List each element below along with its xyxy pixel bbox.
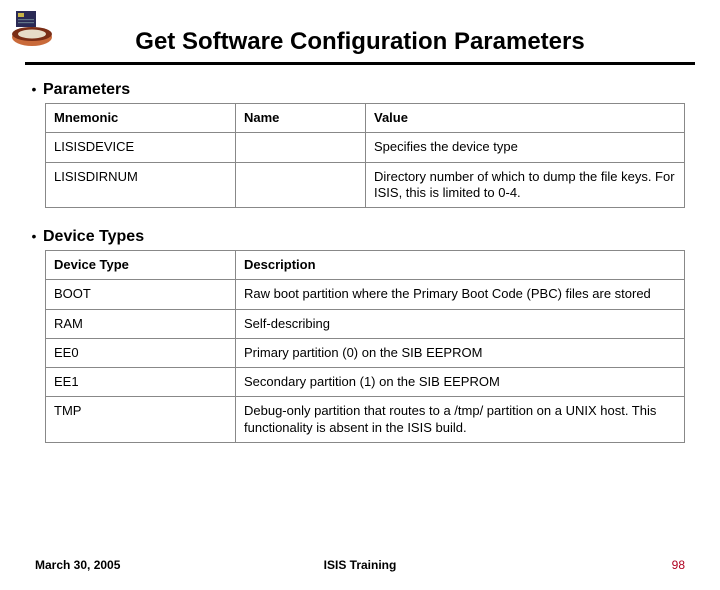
table-header-row: Mnemonic Name Value: [46, 104, 685, 133]
mission-logo: [10, 10, 60, 50]
cell: LISISDIRNUM: [46, 162, 236, 208]
table-row: EE1 Secondary partition (1) on the SIB E…: [46, 368, 685, 397]
cell: Secondary partition (1) on the SIB EEPRO…: [236, 368, 685, 397]
cell: BOOT: [46, 280, 236, 309]
cell: Self-describing: [236, 309, 685, 338]
footer-date: March 30, 2005: [35, 558, 252, 572]
slide-footer: March 30, 2005 ISIS Training 98: [0, 558, 720, 572]
col-header: Description: [236, 251, 685, 280]
cell: Debug-only partition that routes to a /t…: [236, 397, 685, 443]
section-heading-device-types: • Device Types: [25, 228, 695, 246]
cell: EE0: [46, 338, 236, 367]
section-heading-label: Parameters: [43, 81, 130, 99]
table-header-row: Device Type Description: [46, 251, 685, 280]
section-heading-parameters: • Parameters: [25, 81, 695, 99]
cell: Raw boot partition where the Primary Boo…: [236, 280, 685, 309]
table-row: EE0 Primary partition (0) on the SIB EEP…: [46, 338, 685, 367]
table-row: RAM Self-describing: [46, 309, 685, 338]
table-row: LISISDEVICE Specifies the device type: [46, 133, 685, 162]
col-header: Mnemonic: [46, 104, 236, 133]
col-header: Device Type: [46, 251, 236, 280]
slide-title: Get Software Configuration Parameters: [135, 28, 584, 60]
footer-center: ISIS Training: [252, 558, 469, 572]
cell: TMP: [46, 397, 236, 443]
cell: Directory number of which to dump the fi…: [366, 162, 685, 208]
parameters-table: Mnemonic Name Value LISISDEVICE Specifie…: [45, 103, 685, 208]
cell: EE1: [46, 368, 236, 397]
cell: [236, 162, 366, 208]
cell: LISISDEVICE: [46, 133, 236, 162]
footer-page: 98: [468, 558, 685, 572]
cell: Specifies the device type: [366, 133, 685, 162]
table-row: TMP Debug-only partition that routes to …: [46, 397, 685, 443]
cell: Primary partition (0) on the SIB EEPROM: [236, 338, 685, 367]
table-row: BOOT Raw boot partition where the Primar…: [46, 280, 685, 309]
col-header: Value: [366, 104, 685, 133]
section-heading-label: Device Types: [43, 228, 144, 246]
cell: [236, 133, 366, 162]
col-header: Name: [236, 104, 366, 133]
table-row: LISISDIRNUM Directory number of which to…: [46, 162, 685, 208]
bullet-icon: •: [25, 81, 43, 97]
device-types-table: Device Type Description BOOT Raw boot pa…: [45, 250, 685, 443]
bullet-icon: •: [25, 228, 43, 244]
cell: RAM: [46, 309, 236, 338]
